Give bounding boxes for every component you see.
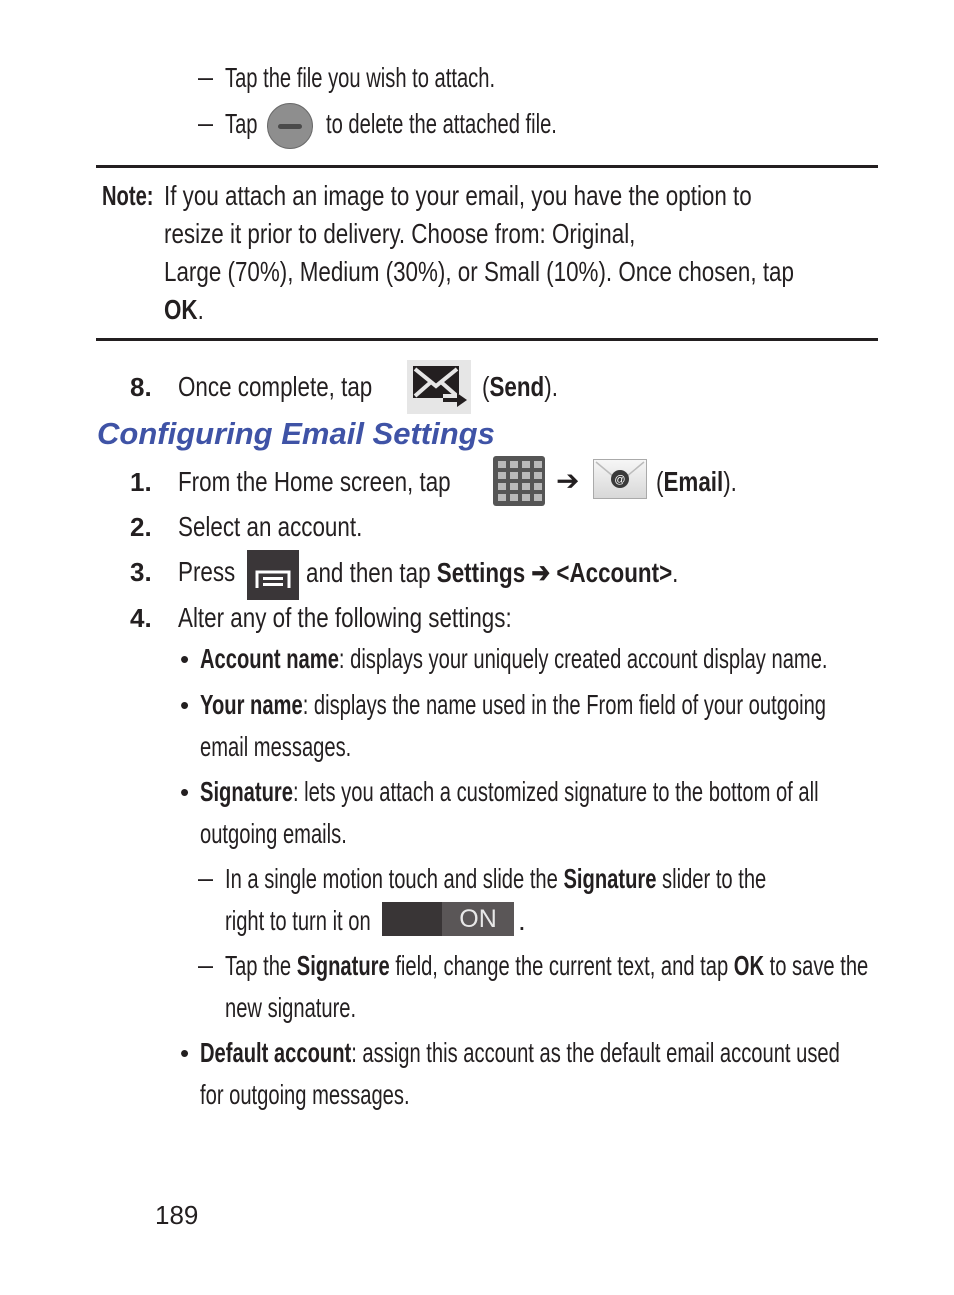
dash-marker: – xyxy=(198,863,214,893)
svg-text:@: @ xyxy=(614,474,625,486)
sub-step-text: Tap xyxy=(225,108,258,139)
step-text: Once complete, tap xyxy=(178,371,373,402)
step-text: From the Home screen, tap xyxy=(178,466,451,497)
note-line: Large (70%), Medium (30%), or Small (10%… xyxy=(164,256,794,287)
setting-item: Signature: lets you attach a customized … xyxy=(200,776,819,807)
toggle-track-off xyxy=(382,902,442,936)
sub-step-text: In a single motion touch and slide the S… xyxy=(225,863,767,894)
step-text: and then tap Settings ➔ <Account>. xyxy=(306,557,679,588)
bullet: • xyxy=(180,777,190,807)
step-number: 2. xyxy=(130,512,152,542)
step-text: (Email). xyxy=(656,466,737,497)
step-number: 8. xyxy=(130,372,152,402)
step-number: 1. xyxy=(130,467,152,497)
step-text: Press xyxy=(178,556,236,587)
note-top-rule xyxy=(96,165,878,168)
send-icon xyxy=(407,360,471,414)
setting-item: Your name: displays the name used in the… xyxy=(200,689,827,720)
setting-item-cont: email messages. xyxy=(200,731,352,762)
note-label: Note: xyxy=(102,180,154,211)
note-line: OK. xyxy=(164,294,204,325)
setting-item: Default account: assign this account as … xyxy=(200,1037,840,1068)
section-heading: Configuring Email Settings xyxy=(97,416,495,451)
setting-item-cont: for outgoing messages. xyxy=(200,1079,410,1110)
setting-item: Account name: displays your uniquely cre… xyxy=(200,643,828,674)
signature-toggle: ON xyxy=(382,902,514,936)
dash-marker: – xyxy=(198,108,214,138)
apps-grid-icon xyxy=(493,456,545,506)
menu-key-icon xyxy=(247,550,299,600)
step-number: 3. xyxy=(130,557,152,587)
bullet: • xyxy=(180,644,190,674)
note-line: resize it prior to delivery. Choose from… xyxy=(164,218,636,249)
note-line: If you attach an image to your email, yo… xyxy=(164,180,752,211)
sub-step-text: Tap the Signature field, change the curr… xyxy=(225,950,869,981)
note-bottom-rule xyxy=(96,338,878,341)
bullet: • xyxy=(180,1038,190,1068)
sub-step-text: new signature. xyxy=(225,992,357,1023)
step-text: Select an account. xyxy=(178,511,363,542)
email-icon: @ xyxy=(593,459,647,499)
toggle-on-label: ON xyxy=(442,902,514,936)
page-number: 189 xyxy=(155,1200,199,1230)
step-number: 4. xyxy=(130,603,152,633)
minus-circle-icon xyxy=(267,103,313,149)
dash-marker: – xyxy=(198,62,214,92)
sub-step-text: Tap the file you wish to attach. xyxy=(225,62,496,93)
bullet: • xyxy=(180,690,190,720)
step-text: (Send). xyxy=(482,371,558,402)
arrow-icon: ➔ xyxy=(556,465,580,496)
dash-marker: – xyxy=(198,950,214,980)
sub-step-text: . xyxy=(518,905,526,936)
step-text: Alter any of the following settings: xyxy=(178,602,512,633)
setting-item-cont: outgoing emails. xyxy=(200,818,347,849)
sub-step-text: to delete the attached file. xyxy=(326,108,557,139)
